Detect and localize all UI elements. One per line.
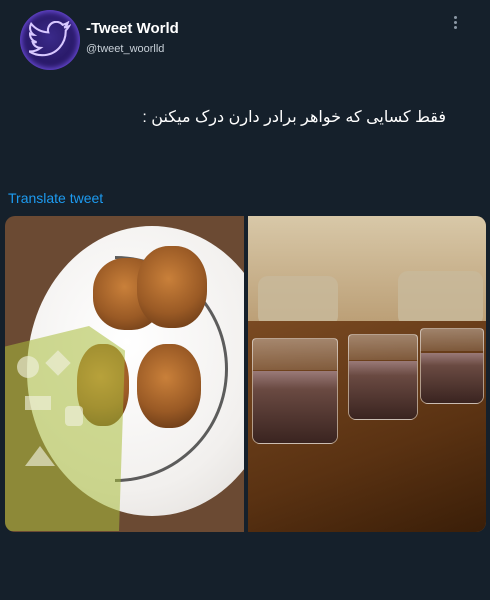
- tweet-text: فقط کسایی که خواهر برادر دارن درک میکنن …: [142, 109, 446, 126]
- glass: [252, 338, 338, 444]
- glass: [348, 334, 418, 420]
- photo-glasses[interactable]: [248, 216, 486, 532]
- tweet-media[interactable]: [5, 216, 486, 532]
- glass: [420, 328, 484, 404]
- translate-tweet-link[interactable]: Translate tweet: [8, 190, 103, 206]
- sofa: [398, 271, 483, 326]
- cake-piece: [137, 246, 207, 328]
- display-name[interactable]: -Tweet World: [86, 20, 179, 38]
- tweet-header: -Tweet World @tweet_woorlld: [20, 10, 470, 70]
- more-icon[interactable]: [448, 14, 462, 34]
- cake-piece: [137, 344, 201, 428]
- photo-cakes[interactable]: [5, 216, 244, 532]
- sofa: [258, 276, 338, 326]
- bird-icon: [29, 21, 71, 57]
- avatar[interactable]: [20, 10, 80, 70]
- stencil-ruler: [5, 326, 125, 531]
- handle[interactable]: @tweet_woorlld: [86, 43, 179, 56]
